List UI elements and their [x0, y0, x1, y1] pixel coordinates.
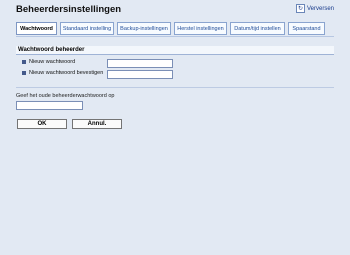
old-password-label: Geef het oude beheerderwachtwoord op — [16, 93, 115, 99]
ok-button[interactable]: OK — [17, 119, 67, 129]
new-password-input[interactable] — [107, 59, 173, 68]
refresh-label: Verversen — [306, 5, 334, 12]
tab-herstel-instellingen[interactable]: Herstel instellingen — [174, 22, 227, 35]
confirm-password-label: Nieuw wachtwoord bevestigen — [29, 70, 104, 76]
tab-divider — [16, 36, 334, 37]
section-divider — [16, 87, 334, 88]
tab-spaarstand[interactable]: Spaarstand — [288, 22, 325, 35]
tab-wachtwoord[interactable]: Wachtwoord — [16, 22, 57, 35]
confirm-password-input[interactable] — [107, 70, 173, 79]
tab-backup-instellingen[interactable]: Backup-instellingen — [117, 22, 171, 35]
refresh-link[interactable]: ↻ Verversen — [295, 4, 334, 13]
tab-datum-tijd-instellen[interactable]: Datum/tijd instellen — [230, 22, 285, 35]
refresh-icon: ↻ — [295, 4, 305, 13]
confirm-password-row: Nieuw wachtwoord bevestigen — [22, 70, 103, 76]
tab-bar: Wachtwoord Standaard instelling Backup-i… — [16, 22, 334, 35]
bullet-icon — [22, 60, 26, 64]
tab-standaard-instelling[interactable]: Standaard instelling — [60, 22, 114, 35]
old-password-input[interactable] — [16, 101, 83, 110]
bullet-icon — [22, 71, 26, 75]
cancel-button[interactable]: Annul. — [72, 119, 122, 129]
page-title: Beheerdersinstellingen — [16, 4, 122, 15]
section-header: Wachtwoord beheerder — [16, 46, 334, 55]
new-password-label: Nieuw wachtwoord — [29, 59, 76, 65]
new-password-row: Nieuw wachtwoord — [22, 59, 75, 65]
